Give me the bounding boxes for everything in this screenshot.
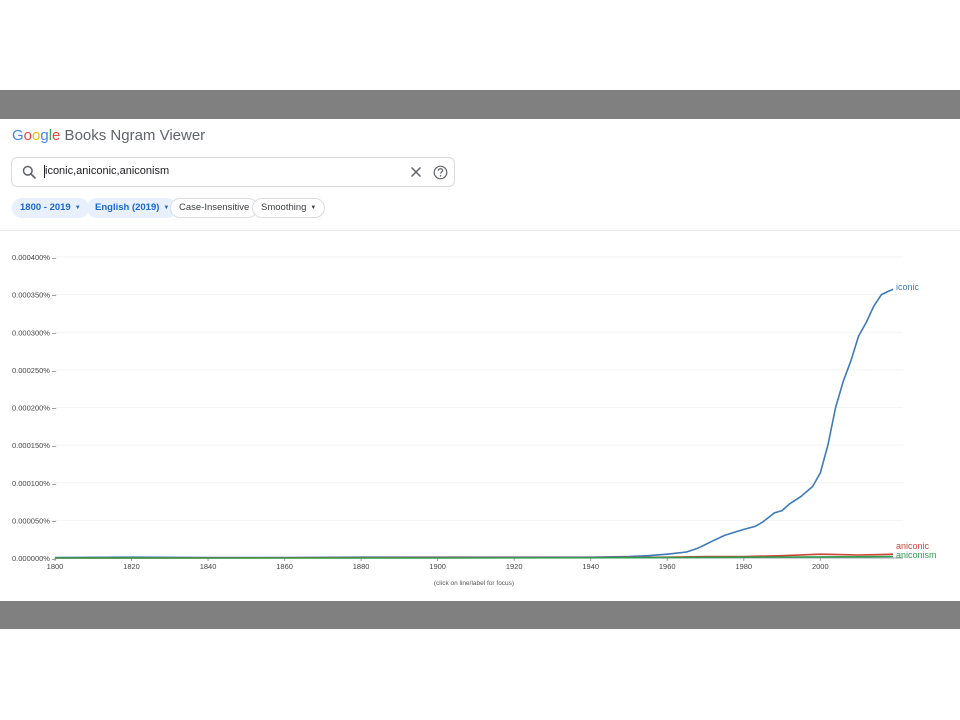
x-tick-label: 1920: [506, 562, 523, 571]
x-tick-label: 1900: [429, 562, 446, 571]
series-line-iconic[interactable]: [54, 288, 894, 559]
help-circle-icon[interactable]: [433, 165, 448, 180]
search-icon[interactable]: [22, 165, 36, 179]
y-tick-label: 0.000350% –: [12, 291, 57, 300]
y-tick-label: 0.000250% –: [12, 366, 57, 375]
corpus-label: English (2019): [95, 202, 160, 213]
x-tick-label: 1840: [200, 562, 217, 571]
year-range-label: 1800 - 2019: [20, 202, 71, 213]
x-tick-label: 1800: [47, 562, 64, 571]
corpus-dropdown[interactable]: English (2019) ▼: [87, 198, 178, 218]
x-tick-label: 1960: [659, 562, 676, 571]
x-tick-label: 2000: [812, 562, 829, 571]
search-input[interactable]: iconic,aniconic,aniconism: [45, 165, 169, 177]
y-tick-label: 0.000200% –: [12, 404, 57, 413]
series-label-aniconism[interactable]: aniconism: [896, 550, 937, 560]
bottom-letterbox-band: [0, 601, 960, 629]
case-insensitive-label: Case-Insensitive: [179, 202, 250, 213]
header-divider: [0, 230, 960, 231]
dropdown-arrow-icon: ▼: [310, 205, 317, 211]
app-title: Books Ngram Viewer: [60, 127, 206, 144]
smoothing-label: Smoothing: [261, 202, 307, 213]
logo-letter: g: [40, 127, 49, 144]
chart-hint: (click on line/label for focus): [434, 580, 514, 587]
series-label-iconic[interactable]: iconic: [896, 282, 920, 292]
year-range-dropdown[interactable]: 1800 - 2019 ▼: [12, 198, 89, 218]
app-logo[interactable]: Google Books Ngram Viewer: [12, 127, 205, 144]
logo-letter: G: [12, 127, 24, 144]
y-tick-label: 0.000150% –: [12, 441, 57, 450]
x-tick-label: 1940: [582, 562, 599, 571]
dropdown-arrow-icon: ▼: [74, 205, 81, 211]
y-tick-label: 0.000400% –: [12, 253, 57, 262]
y-tick-label: 0.000050% –: [12, 516, 57, 525]
smoothing-dropdown[interactable]: Smoothing ▼: [252, 198, 326, 218]
ngram-chart[interactable]: 0.000000% –0.000050% –0.000100% –0.00015…: [0, 240, 960, 595]
logo-letter: o: [23, 127, 33, 144]
close-icon[interactable]: [410, 166, 422, 178]
dropdown-arrow-icon: ▼: [163, 205, 170, 211]
y-tick-label: 0.000100% –: [12, 479, 57, 488]
case-insensitive-toggle[interactable]: Case-Insensitive: [170, 198, 259, 218]
x-tick-label: 1880: [353, 562, 370, 571]
top-letterbox-band: [0, 90, 960, 119]
search-box[interactable]: iconic,aniconic,aniconism: [11, 157, 455, 187]
x-tick-label: 1820: [123, 562, 140, 571]
x-tick-label: 1980: [735, 562, 752, 571]
y-tick-label: 0.000300% –: [12, 328, 57, 337]
x-tick-label: 1860: [276, 562, 293, 571]
